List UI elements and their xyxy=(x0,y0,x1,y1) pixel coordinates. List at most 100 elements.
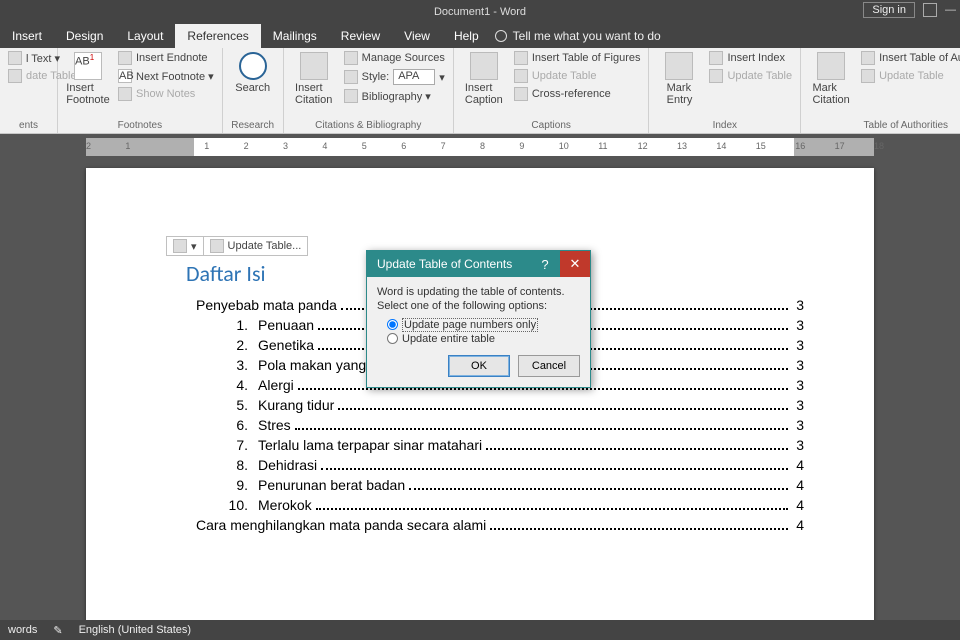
toc-page: 3 xyxy=(792,357,804,373)
dialog-close-button[interactable]: ✕ xyxy=(560,251,590,277)
toc-entry[interactable]: 8.Dehidrasi4 xyxy=(186,457,804,473)
toc-page: 3 xyxy=(792,397,804,413)
ribbon-options-icon[interactable] xyxy=(923,3,937,17)
toc-text: Genetika xyxy=(258,337,314,353)
cross-reference-button[interactable]: Cross-reference xyxy=(512,86,643,102)
radio-input-entire-table[interactable] xyxy=(387,333,398,344)
insert-caption-button[interactable]: InsertCaption xyxy=(460,50,508,106)
toc-entry[interactable]: 10.Merokok4 xyxy=(186,497,804,513)
insert-footnote-button[interactable]: AB1InsertFootnote xyxy=(64,50,112,106)
toc-page: 4 xyxy=(792,517,804,533)
group-label-research: Research xyxy=(229,120,277,133)
toc-num: 9. xyxy=(220,477,248,493)
page[interactable]: ▾ Update Table... Daftar Isi Penyebab ma… xyxy=(86,168,874,620)
group-label-captions: Captions xyxy=(460,120,643,133)
tab-view[interactable]: View xyxy=(392,24,442,48)
next-footnote-button[interactable]: ABNext Footnote ▾ xyxy=(116,68,216,84)
dialog-titlebar[interactable]: Update Table of Contents ? ✕ xyxy=(367,251,590,277)
ok-button[interactable]: OK xyxy=(448,355,510,377)
citation-style-dropdown[interactable]: Style: APA▾ xyxy=(342,68,447,86)
group-label-toa: Table of Authorities xyxy=(807,120,960,133)
toc-num: 8. xyxy=(220,457,248,473)
toc-leader xyxy=(316,508,788,510)
insert-tof-button[interactable]: Insert Table of Figures xyxy=(512,50,643,66)
toc-entry[interactable]: 6. Stres 3 xyxy=(186,417,804,433)
toc-num: 6. xyxy=(220,417,248,433)
toc-page: 3 xyxy=(792,377,804,393)
status-words[interactable]: words xyxy=(8,624,37,636)
update-toc-dialog: Update Table of Contents ? ✕ Word is upd… xyxy=(366,250,591,388)
status-language[interactable]: English (United States) xyxy=(79,624,192,636)
toc-text: Terlalu lama terpapar sinar matahari xyxy=(258,437,482,453)
citation-icon xyxy=(300,52,328,80)
toc-grip-icon xyxy=(173,239,187,253)
toc-text: Stres xyxy=(258,417,291,433)
toc-text: Dehidrasi xyxy=(258,457,317,473)
radio-update-page-numbers[interactable]: Update page numbers only xyxy=(377,318,580,332)
radio-input-page-numbers[interactable] xyxy=(387,319,398,330)
toc-num: 1. xyxy=(220,317,248,333)
update-toa-button: Update Table xyxy=(859,68,960,84)
group-label-index: Index xyxy=(655,120,794,133)
toc-field-handle[interactable]: ▾ Update Table... xyxy=(166,236,308,256)
horizontal-ruler[interactable]: 21123456789101112131415161718 xyxy=(86,138,874,156)
tab-layout[interactable]: Layout xyxy=(115,24,175,48)
tell-me-search[interactable]: Tell me what you want to do xyxy=(495,29,661,43)
dialog-help-button[interactable]: ? xyxy=(530,251,560,277)
toc-text: Kurang tidur xyxy=(258,397,334,413)
toc-entry[interactable]: 7.Terlalu lama terpapar sinar matahari3 xyxy=(186,437,804,453)
bibliography-button[interactable]: Bibliography ▾ xyxy=(342,88,447,104)
toc-text: Penurunan berat badan xyxy=(258,477,405,493)
toc-num: 7. xyxy=(220,437,248,453)
toc-text: Alergi xyxy=(258,377,294,393)
toc-entry[interactable]: 9. Penurunan berat badan 4 xyxy=(186,477,804,493)
toc-num: 2. xyxy=(220,337,248,353)
tab-review[interactable]: Review xyxy=(329,24,392,48)
insert-endnote-button[interactable]: Insert Endnote xyxy=(116,50,216,66)
document-area: ▾ Update Table... Daftar Isi Penyebab ma… xyxy=(0,156,960,620)
ribbon-tabs: Insert Design Layout References Mailings… xyxy=(0,24,960,48)
ribbon: l Text ▾ date Table ents AB1InsertFootno… xyxy=(0,48,960,134)
toc-text: Penyebab mata panda xyxy=(196,297,337,313)
toc-leader xyxy=(486,448,788,450)
tab-references[interactable]: References xyxy=(175,24,260,48)
toc-page: 3 xyxy=(792,317,804,333)
toc-page: 4 xyxy=(792,477,804,493)
search-button[interactable]: Search xyxy=(229,50,277,94)
tab-design[interactable]: Design xyxy=(54,24,115,48)
insert-toa-button[interactable]: Insert Table of Authorities xyxy=(859,50,960,66)
toc-page: 3 xyxy=(792,337,804,353)
toc-leader xyxy=(409,488,788,490)
toc-leader xyxy=(298,388,788,390)
status-spellcheck-icon[interactable]: ✎ xyxy=(53,624,62,637)
toc-page: 3 xyxy=(792,417,804,433)
update-icon xyxy=(210,239,224,253)
caption-icon xyxy=(470,52,498,80)
group-label-contents: ents xyxy=(6,120,51,133)
status-bar: words ✎ English (United States) xyxy=(0,620,960,640)
radio-update-entire-table[interactable]: Update entire table xyxy=(377,333,580,345)
toc-num: 5. xyxy=(220,397,248,413)
cancel-button[interactable]: Cancel xyxy=(518,355,580,377)
lightbulb-icon xyxy=(495,30,507,42)
tab-mailings[interactable]: Mailings xyxy=(261,24,329,48)
toc-leader xyxy=(490,528,788,530)
mark-entry-button[interactable]: MarkEntry xyxy=(655,50,703,106)
dialog-message: Word is updating the table of contents. … xyxy=(377,285,580,314)
show-notes-button: Show Notes xyxy=(116,86,216,102)
insert-citation-button[interactable]: InsertCitation xyxy=(290,50,338,106)
tab-help[interactable]: Help xyxy=(442,24,491,48)
toc-text: Cara menghilangkan mata panda secara ala… xyxy=(196,517,486,533)
mark-citation-button[interactable]: MarkCitation xyxy=(807,50,855,106)
insert-index-button[interactable]: Insert Index xyxy=(707,50,794,66)
toc-num: 10. xyxy=(220,497,248,513)
group-label-footnotes: Footnotes xyxy=(64,120,216,133)
minimize-icon[interactable]: — xyxy=(945,4,956,16)
manage-sources-button[interactable]: Manage Sources xyxy=(342,50,447,66)
toc-entry[interactable]: 5. Kurang tidur 3 xyxy=(186,397,804,413)
tab-insert[interactable]: Insert xyxy=(0,24,54,48)
toc-entry[interactable]: Cara menghilangkan mata panda secara ala… xyxy=(186,517,804,533)
sign-in-button[interactable]: Sign in xyxy=(863,2,915,18)
update-index-button: Update Table xyxy=(707,68,794,84)
toc-num: 3. xyxy=(220,357,248,373)
